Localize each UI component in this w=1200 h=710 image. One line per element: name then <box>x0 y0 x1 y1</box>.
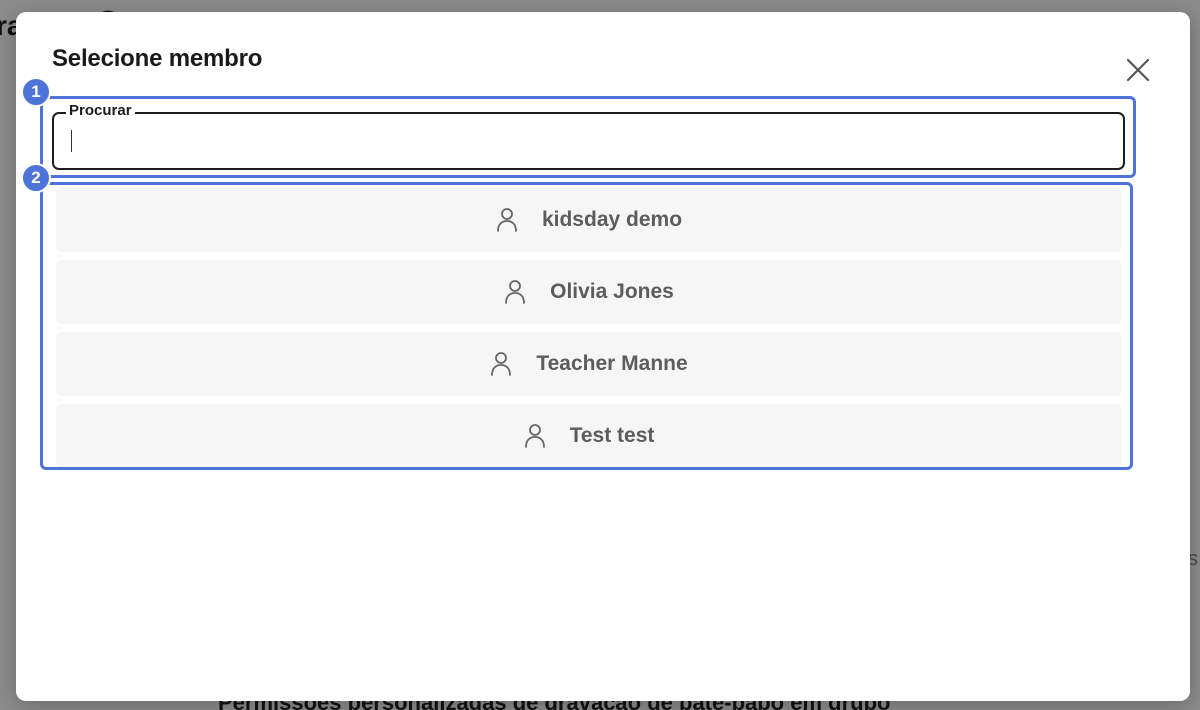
modal-title: Selecione membro <box>52 45 263 72</box>
member-item-teacher-manne[interactable]: Teacher Manne <box>56 332 1122 396</box>
annotation-badge-2: 2 <box>21 163 51 193</box>
select-member-modal: Selecione membro Procurar kidsday demo O… <box>16 12 1190 701</box>
member-name: Olivia Jones <box>550 280 674 303</box>
search-label: Procurar <box>66 103 135 119</box>
member-name: Test test <box>569 424 655 447</box>
text-caret <box>71 130 72 152</box>
user-icon <box>491 352 512 376</box>
close-icon <box>1126 58 1150 82</box>
annotation-badge-1: 1 <box>21 77 51 107</box>
close-button[interactable] <box>1124 56 1152 84</box>
search-input[interactable] <box>68 128 1108 156</box>
member-list: kidsday demo Olivia Jones Teacher Manne … <box>56 188 1132 470</box>
user-icon <box>524 424 545 448</box>
member-item-kidsday-demo[interactable]: kidsday demo <box>56 188 1122 252</box>
member-name: Teacher Manne <box>536 352 688 375</box>
member-name: kidsday demo <box>541 208 683 231</box>
user-icon <box>505 280 526 304</box>
member-item-olivia-jones[interactable]: Olivia Jones <box>56 260 1122 324</box>
user-icon <box>497 208 517 232</box>
member-item-test-test[interactable]: Test test <box>56 404 1122 468</box>
search-field[interactable]: Procurar <box>52 103 1125 170</box>
